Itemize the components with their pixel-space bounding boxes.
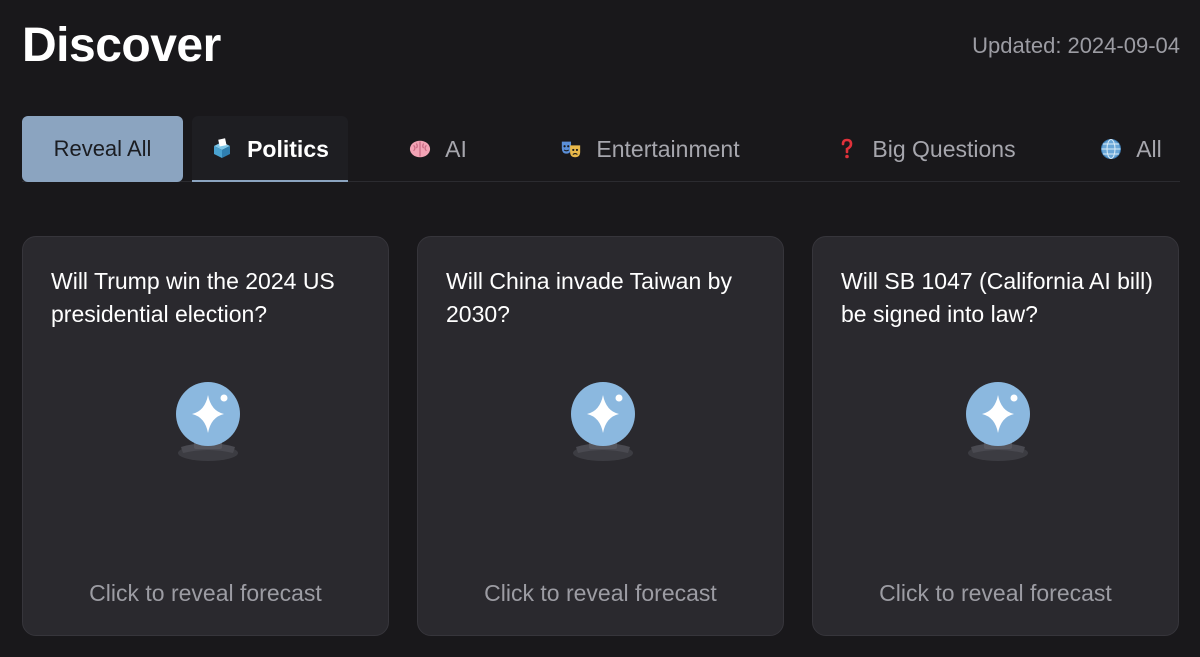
tab-entertainment[interactable]: Entertainment (530, 116, 770, 182)
card-question: Will Trump win the 2024 US presidential … (51, 268, 335, 327)
updated-timestamp: Updated: 2024-09-04 (972, 32, 1180, 60)
question-mark-icon (836, 138, 858, 160)
updated-label: Updated: (972, 33, 1062, 58)
tab-label: All (1136, 135, 1162, 162)
updated-date: 2024-09-04 (1067, 33, 1180, 58)
reveal-forecast-prompt: Click to reveal forecast (484, 580, 717, 606)
reveal-all-button[interactable]: Reveal All (22, 116, 183, 182)
forecast-card[interactable]: Will SB 1047 (California AI bill) be sig… (812, 236, 1179, 636)
tab-ai[interactable]: AI (390, 116, 486, 182)
brain-icon (409, 138, 431, 160)
crystal-ball-icon (963, 381, 1033, 465)
crystal-ball-icon (568, 381, 638, 465)
tab-big-questions[interactable]: Big Questions (814, 116, 1038, 182)
card-question: Will China invade Taiwan by 2030? (446, 268, 732, 327)
ballot-box-icon (211, 138, 233, 160)
forecast-card[interactable]: Will Trump win the 2024 US presidential … (22, 236, 389, 636)
tab-label: AI (445, 135, 467, 162)
discover-page: Discover Updated: 2024-09-04 Reveal All … (0, 0, 1200, 657)
globe-icon (1100, 138, 1122, 160)
page-title: Discover (22, 19, 221, 72)
tab-label: Big Questions (872, 135, 1016, 162)
page-header: Discover Updated: 2024-09-04 (22, 18, 1180, 78)
category-tabs: Reveal All Politics AI Entertainment Big… (22, 116, 1180, 182)
forecast-card[interactable]: Will China invade Taiwan by 2030? Click … (417, 236, 784, 636)
reveal-forecast-prompt: Click to reveal forecast (879, 580, 1112, 606)
reveal-forecast-prompt: Click to reveal forecast (89, 580, 322, 606)
card-question: Will SB 1047 (California AI bill) be sig… (841, 268, 1153, 327)
theater-masks-icon (560, 138, 582, 160)
crystal-ball-icon (173, 381, 243, 465)
tab-label: Politics (247, 135, 329, 162)
tab-label: Entertainment (596, 135, 740, 162)
tab-politics[interactable]: Politics (192, 116, 348, 182)
tab-all[interactable]: All (1082, 116, 1180, 182)
